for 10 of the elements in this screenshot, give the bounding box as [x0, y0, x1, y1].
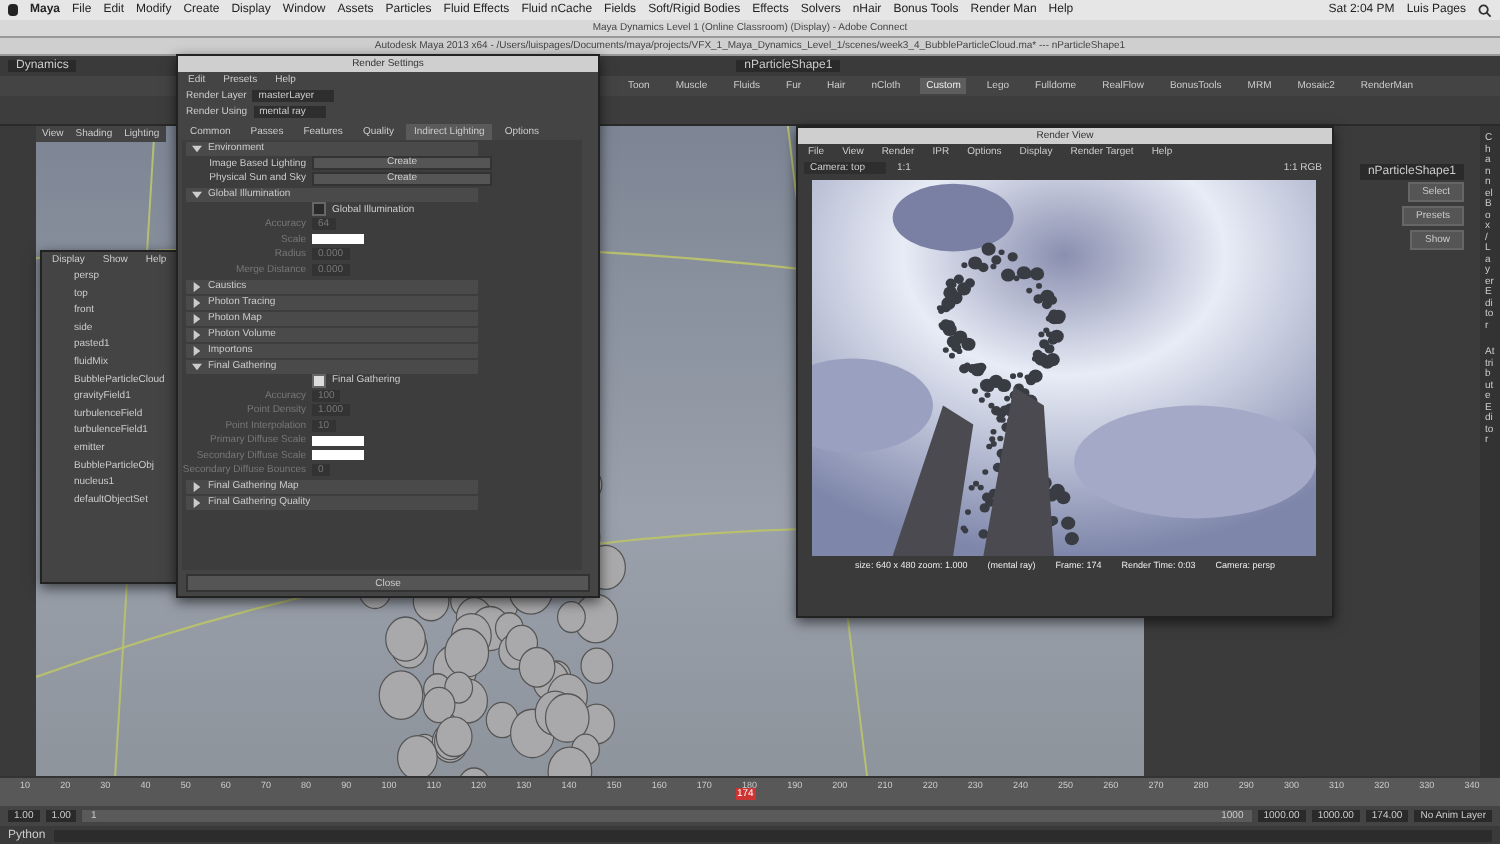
color-swatch[interactable]: [312, 435, 364, 446]
search-icon[interactable]: [1478, 3, 1492, 17]
color-swatch[interactable]: [312, 450, 364, 461]
expanded-arrow-icon: [192, 361, 202, 371]
expanded-arrow-icon: [192, 190, 202, 200]
color-swatch[interactable]: [312, 234, 364, 245]
expanded-arrow-icon: [192, 144, 202, 154]
command-input[interactable]: [53, 829, 1492, 841]
apple-icon[interactable]: [8, 4, 18, 16]
checkbox[interactable]: [312, 202, 326, 217]
